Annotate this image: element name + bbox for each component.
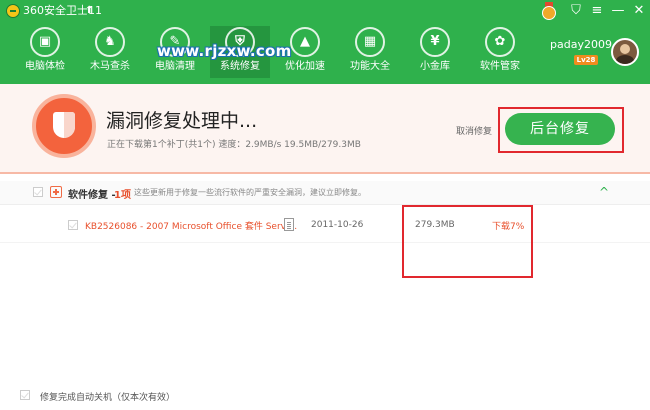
auto-shutdown-label[interactable]: 修复完成自动关机（仅本次有效）	[40, 390, 175, 403]
item-checkbox[interactable]	[68, 220, 78, 230]
nav-label: 小金库	[420, 61, 450, 72]
monitor-check-icon: ▣	[30, 27, 60, 57]
minimize-icon[interactable]: —	[607, 2, 629, 20]
grid-icon: ▦	[355, 27, 385, 57]
horse-icon: ♞	[95, 27, 125, 57]
medal-icon[interactable]	[541, 2, 557, 20]
nav-label: 木马查杀	[90, 61, 130, 72]
section-title: 软件修复 -	[68, 190, 116, 201]
document-icon[interactable]	[284, 218, 294, 231]
section-count: 1项	[114, 190, 131, 201]
nav-label: 电脑体检	[25, 61, 65, 72]
cancel-repair-link[interactable]: 取消修复	[456, 124, 492, 137]
nav-label: 功能大全	[350, 61, 390, 72]
nav-item-features[interactable]: ▦ 功能大全	[340, 26, 400, 78]
nav-item-pc-checkup[interactable]: ▣ 电脑体检	[15, 26, 75, 78]
nav-label: 电脑清理	[155, 61, 195, 72]
chevron-up-icon[interactable]: ^	[596, 184, 612, 200]
patch-name: KB2526086 - 2007 Microsoft Office 套件 Ser…	[85, 222, 298, 232]
rocket-icon: ▲	[290, 27, 320, 57]
status-title: 漏洞修复处理中...	[106, 110, 258, 132]
level-badge: Lv28	[574, 55, 598, 65]
app-store-icon: ✿	[485, 27, 515, 57]
up-arrow-icon[interactable]: ⬆	[85, 4, 93, 18]
skin-icon[interactable]: ⛉	[565, 2, 587, 20]
section-description: 这些更新用于修复一些流行软件的严重安全漏洞，建议立即修复。	[134, 188, 366, 197]
title-bar: 360安全卫士11 ⬆ ⛉ ≡ — ✕	[0, 0, 650, 22]
section-checkbox[interactable]	[33, 187, 43, 197]
close-icon[interactable]: ✕	[628, 2, 650, 20]
nav-label: 软件管家	[480, 61, 520, 72]
money-bag-icon: ¥	[420, 27, 450, 57]
first-aid-kit-icon	[50, 186, 62, 198]
table-row[interactable]: KB2526086 - 2007 Microsoft Office 套件 Ser…	[0, 207, 650, 243]
nav-item-treasury[interactable]: ¥ 小金库	[405, 26, 465, 78]
auto-shutdown-checkbox[interactable]	[20, 390, 30, 400]
background-repair-button[interactable]: 后台修复	[505, 113, 615, 145]
nav-item-trojan-scan[interactable]: ♞ 木马查杀	[80, 26, 140, 78]
top-bar: 360安全卫士11 ⬆ ⛉ ≡ — ✕ ▣ 电脑体检 ♞ 木马查杀 ✎ 电脑清理…	[0, 0, 650, 84]
repair-shield-icon	[32, 94, 96, 158]
watermark: www.rjzxw.com	[157, 42, 292, 60]
user-name[interactable]: paday2009	[550, 38, 612, 52]
menu-icon[interactable]: ≡	[586, 2, 608, 20]
section-header: 软件修复 - 1项 这些更新用于修复一些流行软件的严重安全漏洞，建议立即修复。 …	[0, 181, 650, 205]
highlight-frame	[402, 205, 533, 278]
nav-label: 优化加速	[285, 61, 325, 72]
patch-date: 2011-10-26	[311, 220, 364, 230]
nav-item-software-manager[interactable]: ✿ 软件管家	[470, 26, 530, 78]
avatar[interactable]	[611, 38, 639, 66]
status-detail: 正在下载第1个补丁(共1个) 速度：2.9MB/s 19.5MB/279.3MB	[107, 140, 361, 150]
app-logo-icon	[6, 4, 20, 18]
nav-label: 系统修复	[220, 61, 260, 72]
